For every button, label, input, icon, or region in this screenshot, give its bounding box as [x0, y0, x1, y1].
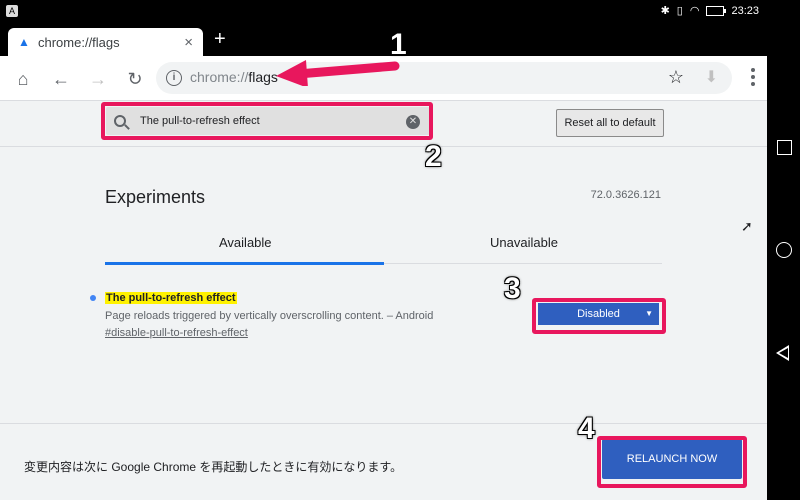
tab-title: chrome://flags — [38, 34, 120, 50]
relaunch-message: 変更内容は次に Google Chrome を再起動したときに有効になります。 — [24, 460, 403, 474]
flag-bullet — [90, 295, 96, 301]
close-tab-icon[interactable]: × — [184, 34, 193, 51]
annotation-number-3: 3 — [504, 272, 521, 305]
active-tab-indicator — [105, 262, 384, 265]
wifi-icon: ◠ — [689, 5, 700, 17]
experiments-tabs: Available Unavailable — [105, 227, 662, 265]
page-title: Experiments — [105, 187, 206, 207]
home-icon[interactable]: ⌂ — [12, 68, 34, 90]
clock: 23:23 — [731, 4, 759, 17]
annotation-box-select — [532, 298, 666, 334]
flask-icon: ▲ — [18, 35, 30, 49]
vibrate-icon: ▯ — [676, 5, 683, 17]
flag-link[interactable]: #disable-pull-to-refresh-effect — [105, 327, 248, 339]
annotation-number-4: 4 — [578, 412, 595, 445]
download-icon[interactable]: ⬇ — [705, 67, 718, 87]
bookmark-star-icon[interactable]: ☆ — [668, 67, 684, 88]
tab-available[interactable]: Available — [219, 235, 272, 250]
annotation-box-search — [101, 102, 433, 140]
back-icon[interactable]: ← — [50, 68, 72, 90]
mouse-cursor-icon: ➚ — [741, 218, 753, 234]
annotation-number-2: 2 — [425, 140, 442, 173]
status-bar: A ✱ ▯ ◠ 23:23 — [0, 0, 767, 24]
url-text[interactable]: chrome://flags — [190, 69, 278, 85]
annotation-box-relaunch — [597, 436, 747, 488]
battery-icon — [706, 5, 727, 16]
version-label: 72.0.3626.121 — [590, 189, 661, 201]
notification-icon: A — [6, 5, 18, 17]
tab-unavailable[interactable]: Unavailable — [490, 235, 558, 250]
experiments-panel: Experiments 72.0.3626.121 Available Unav… — [0, 147, 767, 422]
flag-description: Page reloads triggered by vertically ove… — [105, 310, 434, 322]
new-tab-button[interactable]: + — [214, 28, 226, 51]
recents-icon[interactable] — [777, 140, 792, 155]
home-nav-icon[interactable] — [776, 242, 792, 258]
bluetooth-icon: ✱ — [660, 5, 670, 17]
back-nav-icon[interactable] — [776, 345, 789, 361]
reload-icon[interactable]: ↻ — [124, 68, 146, 90]
tab-flags[interactable]: ▲ chrome://flags × — [8, 28, 203, 56]
menu-icon[interactable] — [751, 68, 755, 89]
info-icon[interactable]: i — [166, 70, 182, 86]
forward-icon[interactable]: → — [87, 68, 109, 90]
annotation-number-1: 1 — [390, 28, 407, 61]
android-nav-bar — [767, 0, 800, 500]
reset-all-button[interactable]: Reset all to default — [556, 109, 664, 137]
browser-screen: A ✱ ▯ ◠ 23:23 ▲ chrome://flags × + ⌂ ← →… — [0, 0, 767, 500]
address-bar[interactable]: i chrome://flags ☆ ⬇ — [156, 62, 732, 94]
flag-name: The pull-to-refresh effect — [105, 292, 237, 304]
annotation-arrow-icon — [276, 60, 400, 86]
